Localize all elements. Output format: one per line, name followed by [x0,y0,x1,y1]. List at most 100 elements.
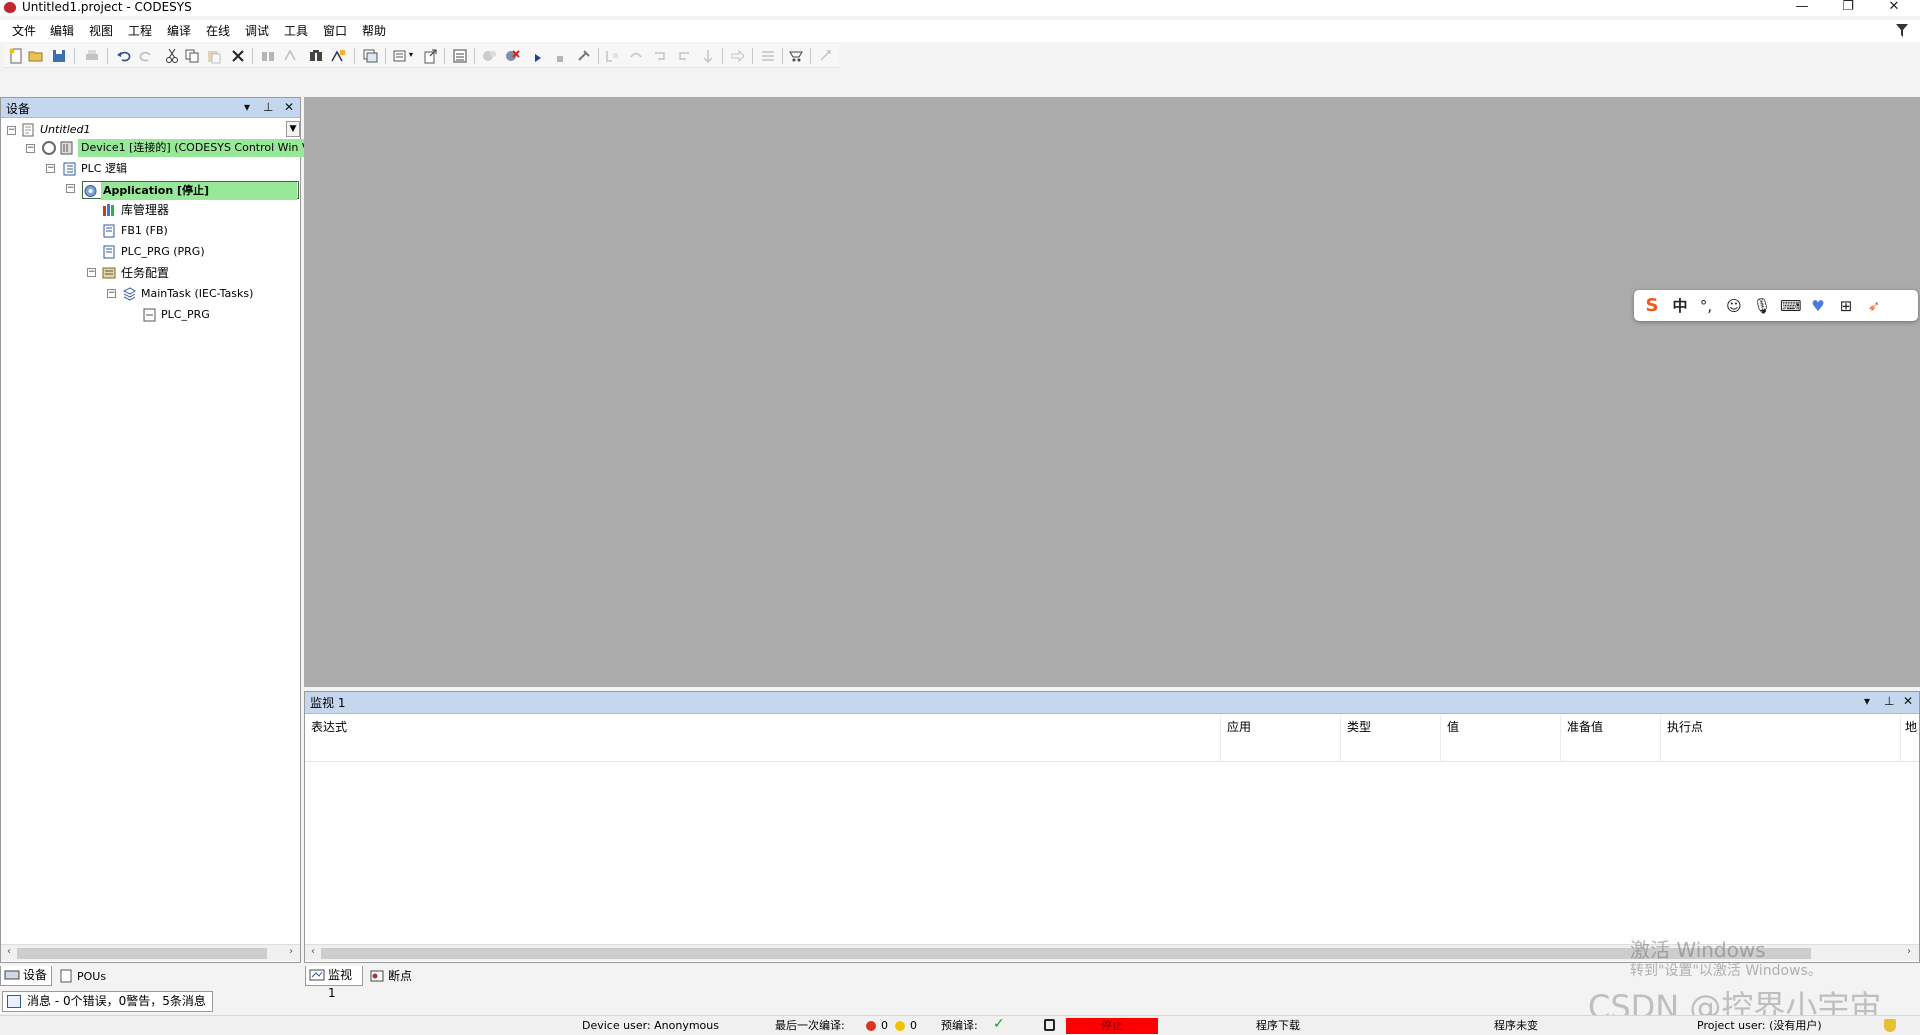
tab-pous[interactable]: POUs [54,966,114,986]
run-to-cursor-icon[interactable] [700,48,716,64]
column-prepared-value[interactable]: 准备值 [1561,716,1661,761]
open-project-icon[interactable] [28,48,44,64]
menu-project[interactable]: 工程 [128,23,152,39]
shield-icon[interactable] [1884,1019,1896,1032]
collapse-toggle[interactable]: − [87,268,96,277]
more-icon[interactable]: ➶ [1864,296,1884,316]
menu-tools[interactable]: 工具 [284,23,308,39]
find-icon[interactable] [260,48,276,64]
skin-icon[interactable]: ♥ [1808,296,1828,316]
menu-online[interactable]: 在线 [206,23,230,39]
tab-breakpoints[interactable]: 断点 [365,966,421,986]
copy-icon[interactable] [184,48,200,64]
tree-node-project[interactable]: Untitled1 [21,121,299,139]
tree-dropdown-icon[interactable]: ▼ [286,121,300,137]
column-execution-point[interactable]: 执行点 [1661,716,1901,761]
save-icon[interactable] [51,48,67,64]
dropdown-arrow-icon[interactable]: ▾ [409,50,413,59]
menu-window[interactable]: 窗口 [323,23,347,39]
redo-icon[interactable] [138,48,154,64]
pin-icon[interactable]: ⊥ [263,100,273,114]
warning-icon [895,1021,905,1031]
paste-icon[interactable] [206,48,222,64]
step-into-icon[interactable] [652,48,668,64]
filter-icon[interactable] [1896,24,1908,37]
column-application[interactable]: 应用 [1221,716,1341,761]
cut-icon[interactable] [164,48,180,64]
tree-node-device[interactable]: Device1 [连接的] (CODESYS Control Win V3) [59,139,324,157]
precompile-ok-icon[interactable]: ✓ [993,1017,1005,1031]
scroll-left-icon[interactable]: ‹ [3,946,15,957]
error-count[interactable]: 0 [881,1019,888,1033]
replace-in-project-icon[interactable] [330,48,346,64]
ime-mode-toggle[interactable]: 中 [1670,296,1690,316]
tab-watch-1[interactable]: 监视 1 [305,966,363,1000]
panel-menu-icon[interactable]: ▾ [244,100,250,114]
lock-icon[interactable] [1044,1019,1055,1031]
devices-horizontal-scrollbar[interactable]: ‹ › [1,944,300,961]
tree-node-application[interactable]: Application [停止] [82,181,299,200]
breakpoint-icon[interactable] [604,48,620,64]
pin-icon[interactable]: ⊥ [1884,694,1894,708]
scroll-right-icon[interactable]: › [1903,946,1915,957]
warning-count[interactable]: 0 [910,1019,917,1033]
export-icon[interactable] [422,48,438,64]
panel-close-icon[interactable]: ✕ [284,100,294,114]
panel-menu-icon[interactable]: ▾ [1864,694,1870,708]
menu-help[interactable]: 帮助 [362,23,386,39]
collapse-toggle[interactable]: − [66,184,75,193]
find-in-project-icon[interactable] [308,48,324,64]
column-type[interactable]: 类型 [1341,716,1441,761]
panel-close-icon[interactable]: ✕ [1903,694,1913,708]
sogou-logo-icon[interactable]: S [1642,296,1662,316]
scroll-thumb[interactable] [17,948,267,959]
menu-debug[interactable]: 调试 [245,23,269,39]
new-project-icon[interactable] [8,48,24,64]
minimize-button[interactable]: — [1784,0,1820,15]
punctuation-icon[interactable]: °, [1696,296,1716,316]
stop-icon[interactable] [552,48,568,64]
replace-icon[interactable] [282,48,298,64]
step-out-icon[interactable] [676,48,692,64]
collapse-toggle[interactable]: − [46,164,55,173]
close-button[interactable]: ✕ [1876,0,1912,15]
menu-edit[interactable]: 编辑 [50,23,74,39]
print-icon[interactable] [84,48,100,64]
task-plc-prg-label: PLC_PRG [161,308,210,321]
scroll-left-icon[interactable]: ‹ [307,946,319,957]
build-icon[interactable] [452,48,468,64]
tab-devices[interactable]: 设备 [0,966,52,986]
logout-icon[interactable] [504,48,520,64]
collapse-toggle[interactable]: − [107,289,116,298]
microphone-icon[interactable]: 🎙 [1752,296,1772,316]
project-label: Untitled1 [40,123,91,136]
scroll-right-icon[interactable]: › [285,946,297,957]
column-value[interactable]: 值 [1441,716,1561,761]
reset-icon[interactable] [576,48,592,64]
keyboard-icon[interactable]: ⌨ [1780,296,1802,316]
prepare-value-icon[interactable] [818,48,834,64]
collapse-toggle[interactable]: − [26,144,35,153]
menu-build[interactable]: 编译 [167,23,191,39]
add-object-icon[interactable] [392,48,408,64]
step-over-icon[interactable] [628,48,644,64]
restore-button[interactable]: ❐ [1830,0,1866,15]
window-switch-icon[interactable] [362,48,378,64]
undo-icon[interactable] [116,48,132,64]
scroll-thumb[interactable] [321,948,1811,959]
show-next-statement-icon[interactable] [730,48,746,64]
menu-file[interactable]: 文件 [12,23,36,39]
device-user-status: Device user: Anonymous [582,1019,719,1032]
column-address[interactable]: 地 [1901,716,1919,761]
login-icon[interactable] [482,48,498,64]
column-expression[interactable]: 表达式 [305,716,1221,761]
emoji-icon[interactable]: ☺ [1724,296,1744,316]
messages-summary-tab[interactable]: 消息 - 0个错误，0警告，5条消息 [2,991,213,1012]
delete-icon[interactable] [230,48,246,64]
toolbox-grid-icon[interactable]: ⊞ [1836,296,1856,316]
menu-view[interactable]: 视图 [89,23,113,39]
force-values-icon[interactable] [788,48,804,64]
start-icon[interactable] [530,48,546,64]
write-values-icon[interactable] [760,48,776,64]
collapse-toggle[interactable]: − [7,126,16,135]
